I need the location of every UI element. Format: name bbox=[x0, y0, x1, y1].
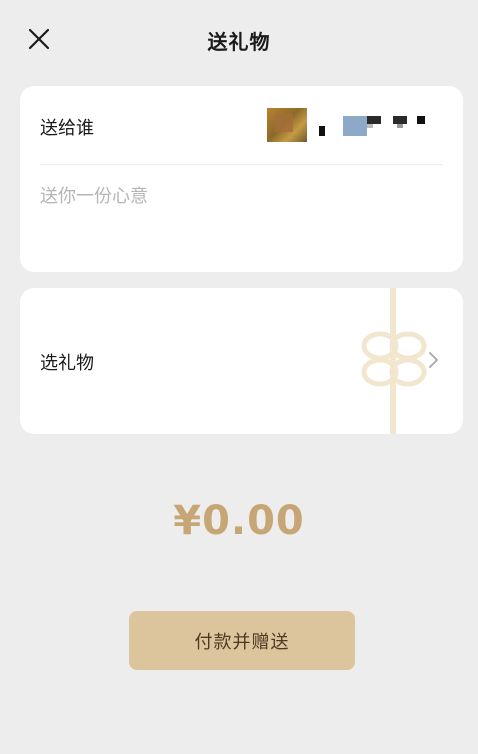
pay-and-send-button[interactable]: 付款并赠送 bbox=[129, 611, 355, 670]
message-input[interactable] bbox=[40, 182, 440, 252]
divider bbox=[40, 164, 443, 165]
recipient-row[interactable]: 送给谁 bbox=[20, 86, 463, 164]
gift-picker-card[interactable]: 选礼物 bbox=[20, 288, 463, 434]
amount-display: ¥0.00 bbox=[173, 498, 305, 544]
page-title: 送礼物 bbox=[207, 30, 271, 54]
nav-bar: 送礼物 bbox=[0, 0, 478, 80]
chevron-right-icon bbox=[429, 352, 438, 368]
recipient-info[interactable] bbox=[267, 108, 437, 142]
gift-label: 选礼物 bbox=[40, 353, 94, 374]
recipient-label: 送给谁 bbox=[40, 118, 94, 139]
recipient-card: 送给谁 bbox=[20, 86, 463, 272]
avatar bbox=[267, 108, 307, 142]
